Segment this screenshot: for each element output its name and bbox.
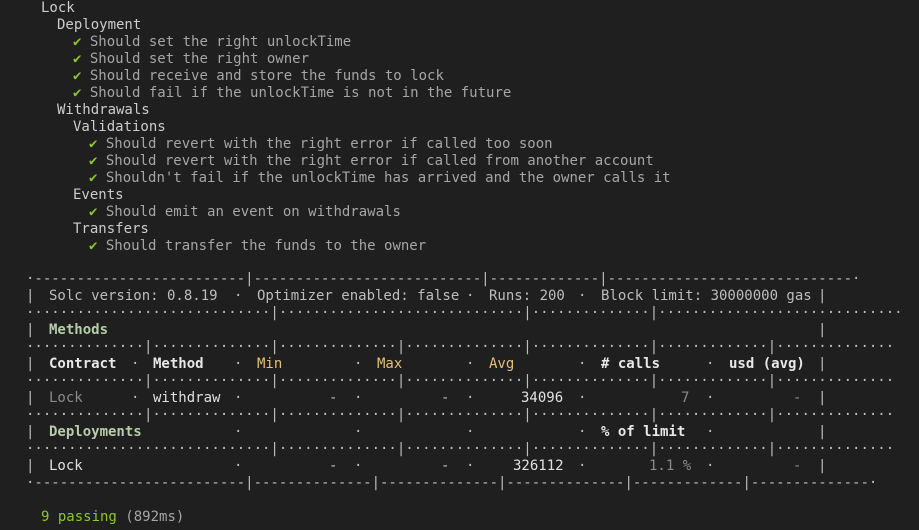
table-divider: ·····························|··········… bbox=[26, 441, 895, 457]
runs: Runs: 200 bbox=[489, 288, 565, 304]
solc-version: Solc version: 0.8.19 bbox=[49, 288, 218, 304]
table-border: · bbox=[466, 424, 475, 440]
table-border: | bbox=[26, 390, 35, 406]
col-avg: Avg bbox=[489, 356, 515, 372]
table-border: · bbox=[354, 458, 363, 474]
table-border: · bbox=[234, 390, 243, 406]
table-border: · bbox=[706, 390, 715, 406]
methods-title: Methods bbox=[49, 322, 109, 338]
table-border: · bbox=[131, 390, 140, 406]
table-border: · bbox=[578, 424, 587, 440]
deployments-title: Deployments bbox=[49, 424, 142, 440]
suite-title: Lock bbox=[41, 0, 75, 16]
col-min: Min bbox=[257, 356, 283, 372]
table-border: · bbox=[354, 356, 363, 372]
summary-line: 9 passing (892ms) bbox=[41, 509, 184, 526]
row-max: - bbox=[441, 390, 450, 406]
col-method: Method bbox=[153, 356, 204, 372]
table-border: | bbox=[818, 458, 827, 474]
row-usd: - bbox=[793, 390, 802, 406]
check-icon: ✔ bbox=[89, 153, 98, 169]
table-border: · bbox=[706, 356, 715, 372]
table-divider: ··············|··············|··········… bbox=[26, 339, 895, 355]
table-border: | bbox=[26, 424, 35, 440]
row-avg: 34096 bbox=[521, 390, 564, 406]
duration: (892ms) bbox=[125, 509, 185, 525]
table-divider: ··············|··············|··········… bbox=[26, 373, 895, 389]
check-icon: ✔ bbox=[73, 68, 82, 84]
table-border: · bbox=[234, 288, 243, 304]
table-border-bottom: ·-------------------------|-------------… bbox=[26, 475, 878, 491]
test-item: ✔ Should fail if the unlockTime is not i… bbox=[73, 85, 512, 101]
table-border: | bbox=[26, 322, 35, 338]
test-item: ✔ Should transfer the funds to the owner bbox=[89, 238, 427, 254]
deploy-contract: Lock bbox=[49, 458, 83, 474]
table-border: | bbox=[818, 424, 827, 440]
table-border: · bbox=[466, 390, 475, 406]
deploy-avg: 326112 bbox=[513, 458, 564, 474]
table-divider: ··············|··············|··········… bbox=[26, 407, 895, 423]
col-max: Max bbox=[377, 356, 403, 372]
group-withdrawals: Withdrawals bbox=[57, 102, 150, 118]
check-icon: ✔ bbox=[73, 85, 82, 101]
check-icon: ✔ bbox=[89, 204, 98, 220]
row-method: withdraw bbox=[153, 390, 221, 406]
table-border: | bbox=[26, 288, 35, 304]
group-events: Events bbox=[73, 187, 124, 203]
table-border: · bbox=[578, 458, 587, 474]
col-contract: Contract bbox=[49, 356, 117, 372]
test-item: ✔ Should emit an event on withdrawals bbox=[89, 204, 401, 220]
table-border: · bbox=[131, 356, 140, 372]
test-item: ✔ Should revert with the right error if … bbox=[89, 136, 553, 152]
table-border: | bbox=[818, 356, 827, 372]
table-divider: ·····························|··········… bbox=[26, 305, 903, 321]
row-contract: Lock bbox=[49, 390, 83, 406]
table-border: · bbox=[466, 356, 475, 372]
test-item: ✔ Should set the right owner bbox=[73, 51, 310, 67]
table-border: · bbox=[354, 390, 363, 406]
table-border-top: ·-------------------------|-------------… bbox=[26, 271, 861, 287]
table-border: · bbox=[234, 458, 243, 474]
check-icon: ✔ bbox=[89, 136, 98, 152]
optimizer-status: Optimizer enabled: false bbox=[257, 288, 460, 304]
check-icon: ✔ bbox=[89, 238, 98, 254]
col-calls: # calls bbox=[601, 356, 661, 372]
col-pct-limit: % of limit bbox=[601, 424, 686, 440]
table-border: · bbox=[234, 356, 243, 372]
deploy-pct: 1.1 % bbox=[649, 458, 692, 474]
test-item: ✔ Should receive and store the funds to … bbox=[73, 68, 444, 84]
row-calls: 7 bbox=[681, 390, 690, 406]
table-border: | bbox=[818, 322, 827, 338]
table-border: | bbox=[26, 356, 35, 372]
test-item: ✔ Should set the right unlockTime bbox=[73, 34, 352, 50]
check-icon: ✔ bbox=[89, 170, 98, 186]
deploy-max: - bbox=[441, 458, 450, 474]
table-border: | bbox=[26, 458, 35, 474]
group-deployment: Deployment bbox=[57, 17, 142, 33]
col-usd: usd (avg) bbox=[729, 356, 805, 372]
table-border: · bbox=[578, 390, 587, 406]
table-border: · bbox=[706, 458, 715, 474]
table-border: · bbox=[234, 424, 243, 440]
table-border: · bbox=[354, 424, 363, 440]
table-border: | bbox=[818, 288, 827, 304]
group-transfers: Transfers bbox=[73, 221, 149, 237]
table-border: · bbox=[706, 424, 715, 440]
test-item: ✔ Shouldn't fail if the unlockTime has a… bbox=[89, 170, 671, 186]
table-border: · bbox=[578, 356, 587, 372]
table-border: | bbox=[818, 390, 827, 406]
table-border: · bbox=[466, 458, 475, 474]
block-limit: Block limit: 30000000 gas bbox=[601, 288, 812, 304]
test-item: ✔ Should revert with the right error if … bbox=[89, 153, 654, 169]
check-icon: ✔ bbox=[73, 51, 82, 67]
deploy-usd: - bbox=[793, 458, 802, 474]
table-border: · bbox=[466, 288, 475, 304]
group-validations: Validations bbox=[73, 119, 166, 135]
row-min: - bbox=[329, 390, 338, 406]
check-icon: ✔ bbox=[73, 34, 82, 50]
table-border: · bbox=[578, 288, 587, 304]
deploy-min: - bbox=[329, 458, 338, 474]
passing-count: 9 passing bbox=[41, 509, 117, 525]
